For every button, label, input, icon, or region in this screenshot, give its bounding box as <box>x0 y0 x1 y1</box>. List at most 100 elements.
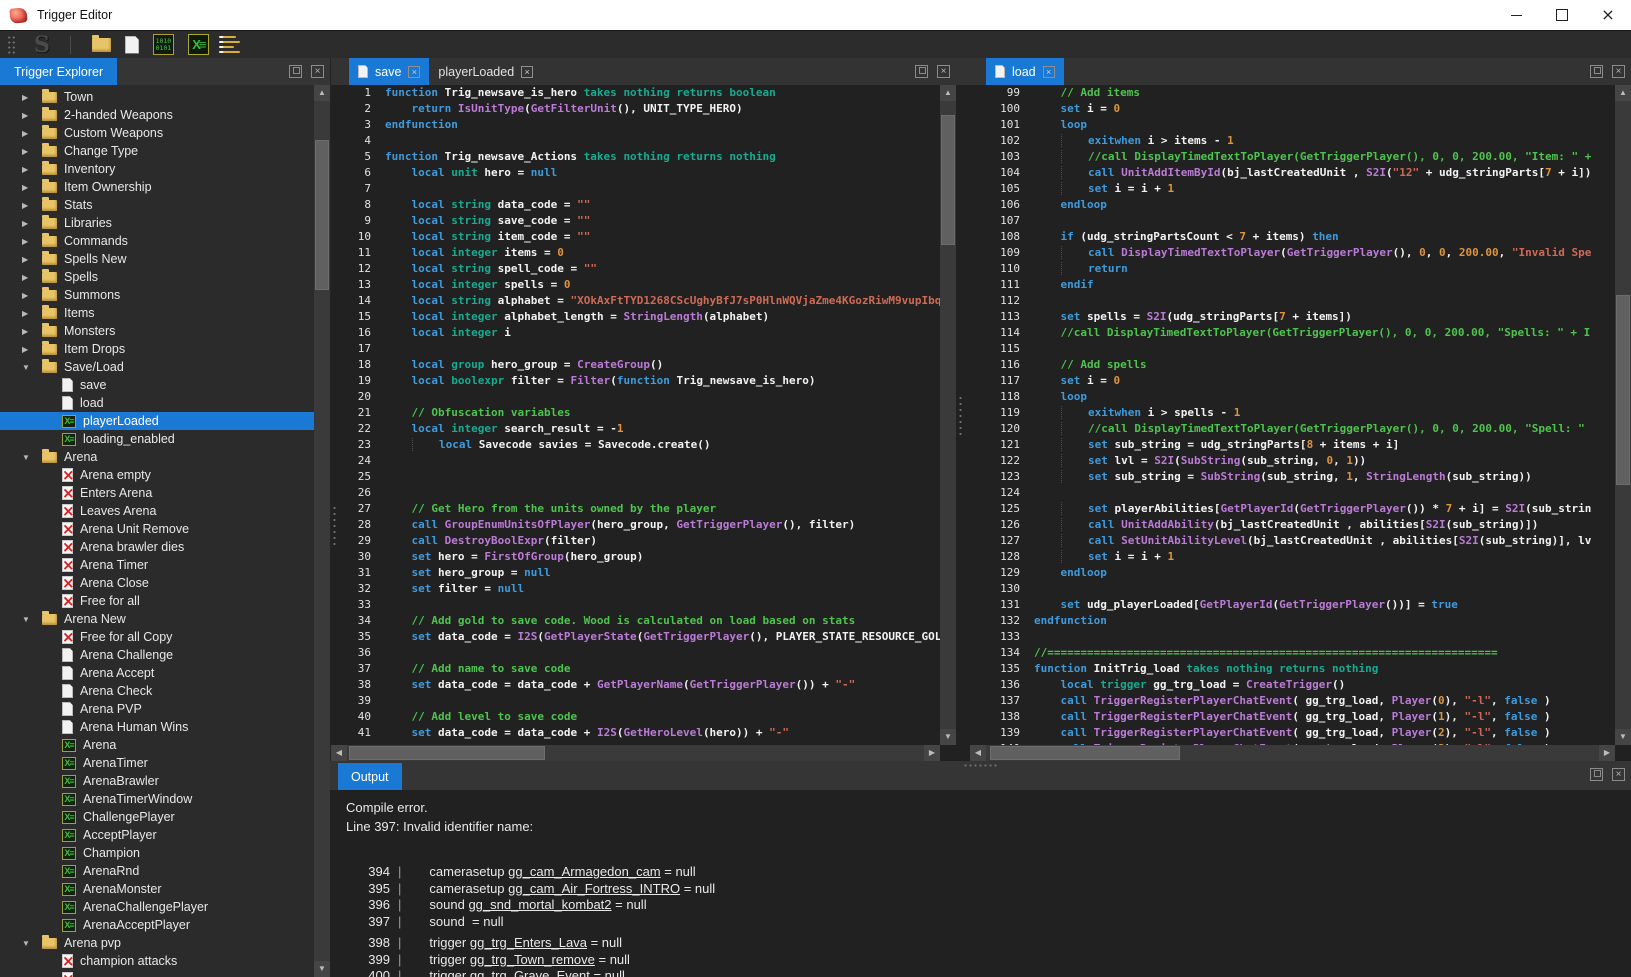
chevron-right-icon[interactable]: ▶ <box>22 309 42 318</box>
scroll-up-icon[interactable]: ▲ <box>314 85 330 101</box>
explorer-scrollbar[interactable]: ▲ ▼ <box>314 85 330 977</box>
right-code[interactable]: // Add items set i = 0 loop exitwhen i >… <box>1026 85 1615 745</box>
tree-item[interactable]: loading_enabled <box>0 430 314 448</box>
right-hscrollbar[interactable]: ◀ ▶ <box>970 745 1615 761</box>
tree-item[interactable]: Arena Timer <box>0 556 314 574</box>
scroll-up-icon[interactable]: ▲ <box>940 85 956 101</box>
close-tab-icon[interactable]: × <box>408 66 420 78</box>
tree-item[interactable]: ▶Libraries <box>0 214 314 232</box>
tree-item[interactable]: ▶Spells <box>0 268 314 286</box>
tree-item[interactable]: Arena Close <box>0 574 314 592</box>
splitter-grip[interactable] <box>332 505 337 549</box>
tree-item[interactable]: AcceptPlayer <box>0 826 314 844</box>
tree-item[interactable]: ArenaTimer <box>0 754 314 772</box>
splitter-grip[interactable] <box>958 395 963 439</box>
tree-item[interactable]: Arena empty <box>0 466 314 484</box>
float-panel-icon[interactable] <box>1590 65 1603 78</box>
float-panel-icon[interactable] <box>915 65 928 78</box>
identifier-link[interactable]: gg_trg_Town_remove <box>470 952 595 967</box>
tab-output[interactable]: Output <box>338 763 402 790</box>
tree-item[interactable]: Arena <box>0 736 314 754</box>
tree-item[interactable]: Leaves Arena <box>0 502 314 520</box>
tree-item[interactable]: Arena brawler dies <box>0 538 314 556</box>
right-vscrollbar[interactable]: ▲ ▼ <box>1615 85 1631 745</box>
script-file-button[interactable] <box>188 34 209 55</box>
scroll-up-icon[interactable]: ▲ <box>1615 85 1631 101</box>
tree-item[interactable]: ▶Stats <box>0 196 314 214</box>
chevron-down-icon[interactable]: ▼ <box>22 615 42 624</box>
chevron-right-icon[interactable]: ▶ <box>22 147 42 156</box>
close-button[interactable]: × <box>1585 0 1631 30</box>
scroll-right-icon[interactable]: ▶ <box>924 745 940 761</box>
identifier-link[interactable]: gg_cam_Air_Fortress_INTRO <box>508 881 680 896</box>
middle-hscrollbar[interactable]: ◀ ▶ <box>331 745 940 761</box>
scroll-down-icon[interactable]: ▼ <box>940 729 956 745</box>
close-panel-icon[interactable] <box>311 65 324 78</box>
tree-item[interactable]: Arena Challenge <box>0 646 314 664</box>
float-panel-icon[interactable] <box>289 65 302 78</box>
toolbar-grip-handle[interactable] <box>7 35 16 55</box>
chevron-down-icon[interactable]: ▼ <box>22 453 42 462</box>
tab-playerLoaded[interactable]: playerLoaded× <box>429 58 542 85</box>
tree-item[interactable]: Arena Human Wins <box>0 718 314 736</box>
tree-item[interactable]: ▼Arena New <box>0 610 314 628</box>
tree-item[interactable]: Champion <box>0 844 314 862</box>
close-tab-icon[interactable]: × <box>521 66 533 78</box>
identifier-link[interactable]: gg_snd_mortal_kombat2 <box>468 897 611 912</box>
maximize-button[interactable] <box>1539 0 1585 30</box>
chevron-right-icon[interactable]: ▶ <box>22 219 42 228</box>
tab-save[interactable]: save× <box>349 58 429 85</box>
tree-item[interactable]: Free for all <box>0 592 314 610</box>
chevron-right-icon[interactable]: ▶ <box>22 327 42 336</box>
close-tab-icon[interactable]: × <box>1043 66 1055 78</box>
tree-item[interactable]: ▼Save/Load <box>0 358 314 376</box>
tree-item[interactable]: ▶Item Ownership <box>0 178 314 196</box>
new-document-button[interactable] <box>125 36 139 54</box>
identifier-link[interactable]: gg_trg_Enters_Lava <box>470 935 587 950</box>
tree-item[interactable]: ▶Items <box>0 304 314 322</box>
tree-item[interactable]: ArenaAcceptPlayer <box>0 916 314 934</box>
tree-item[interactable]: load <box>0 394 314 412</box>
chevron-right-icon[interactable]: ▶ <box>22 165 42 174</box>
tree-item[interactable]: ChallengePlayer <box>0 808 314 826</box>
tree-item[interactable]: ▶Change Type <box>0 142 314 160</box>
chevron-right-icon[interactable]: ▶ <box>22 111 42 120</box>
scrollbar-thumb[interactable] <box>315 140 329 290</box>
minimize-button[interactable] <box>1493 0 1539 30</box>
tab-load[interactable]: load× <box>986 58 1064 85</box>
close-panel-icon[interactable] <box>1612 65 1625 78</box>
new-folder-button[interactable] <box>92 38 111 52</box>
scroll-left-icon[interactable]: ◀ <box>970 745 986 761</box>
tree-item[interactable]: ▶Spells New <box>0 250 314 268</box>
tree-item[interactable]: ▶Custom Weapons <box>0 124 314 142</box>
chevron-right-icon[interactable]: ▶ <box>22 237 42 246</box>
tree-item[interactable]: ▶2-handed Weapons <box>0 106 314 124</box>
tree-item[interactable]: champion attacks <box>0 952 314 970</box>
scroll-right-icon[interactable]: ▶ <box>1599 745 1615 761</box>
tree-item[interactable]: playerLoaded <box>0 412 314 430</box>
identifier-link[interactable]: gg_cam_Armagedon_cam <box>508 864 660 879</box>
tree-item[interactable]: ▶Town <box>0 88 314 106</box>
tree-item[interactable]: ▶Monsters <box>0 322 314 340</box>
chevron-right-icon[interactable]: ▶ <box>22 255 42 264</box>
chevron-right-icon[interactable]: ▶ <box>22 345 42 354</box>
scroll-down-icon[interactable]: ▼ <box>1615 729 1631 745</box>
close-panel-icon[interactable] <box>1612 768 1625 781</box>
tree-item[interactable]: ArenaMonster <box>0 880 314 898</box>
tree-item[interactable]: ▶Item Drops <box>0 340 314 358</box>
scrollbar-thumb[interactable] <box>1616 295 1630 485</box>
tree-item[interactable]: Arena PVP <box>0 700 314 718</box>
jass-scroll-icon[interactable]: S <box>34 34 50 56</box>
close-panel-icon[interactable] <box>937 65 950 78</box>
chevron-right-icon[interactable]: ▶ <box>22 129 42 138</box>
scroll-left-icon[interactable]: ◀ <box>331 745 347 761</box>
splitter-grip[interactable] <box>963 763 997 768</box>
chevron-right-icon[interactable]: ▶ <box>22 291 42 300</box>
scrollbar-thumb[interactable] <box>990 746 1180 760</box>
tree-item[interactable]: Enters Arena <box>0 484 314 502</box>
tree-item[interactable]: ArenaRnd <box>0 862 314 880</box>
chevron-right-icon[interactable]: ▶ <box>22 273 42 282</box>
tree-item[interactable]: ▶Inventory <box>0 160 314 178</box>
chevron-down-icon[interactable]: ▼ <box>22 363 42 372</box>
tree-item[interactable]: ArenaTimerWindow <box>0 790 314 808</box>
